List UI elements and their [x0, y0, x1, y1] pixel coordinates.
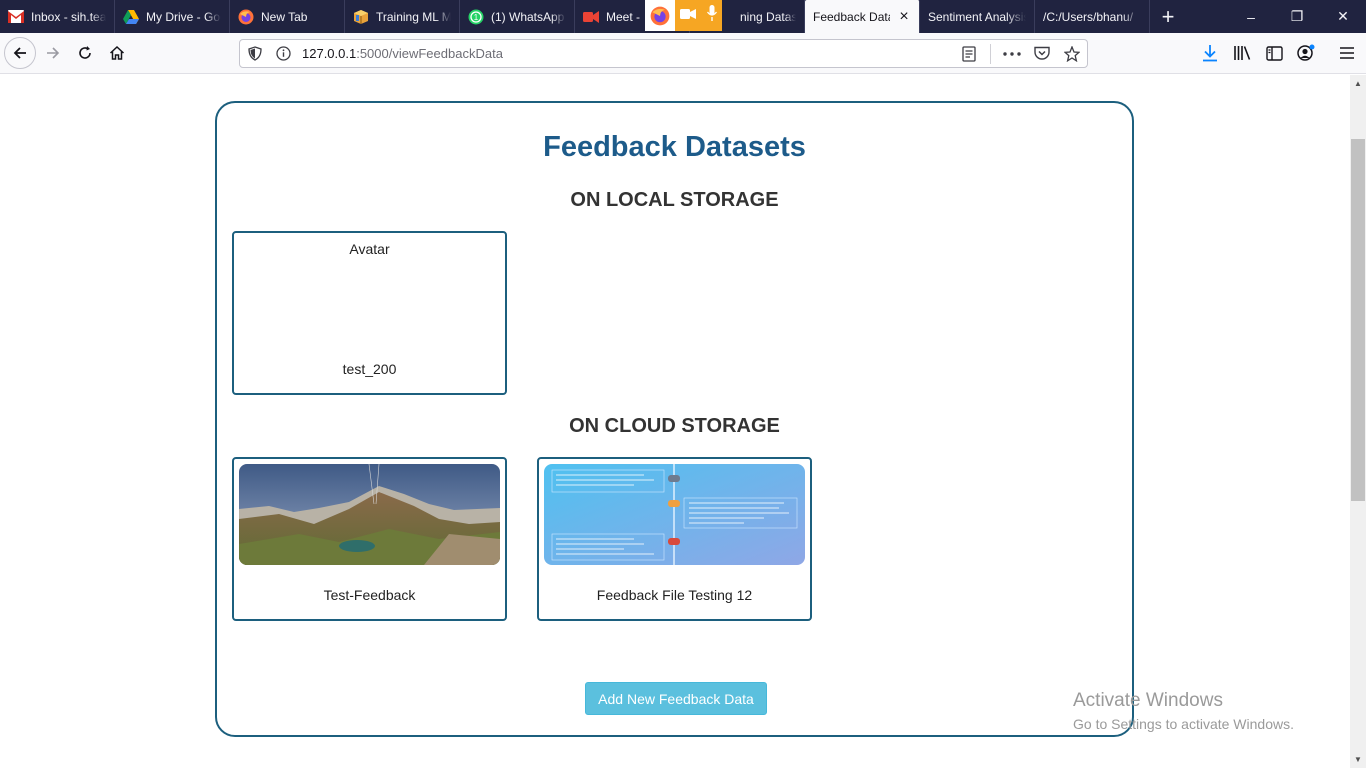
restore-icon: ❐: [1290, 8, 1304, 24]
tab-label: (1) WhatsApp: [491, 9, 565, 24]
minimize-icon: –: [1247, 8, 1255, 25]
plus-icon: +: [1161, 3, 1175, 29]
cloud-storage-heading: ON CLOUD STORAGE: [569, 415, 780, 437]
bookmark-star-icon[interactable]: [1063, 45, 1081, 63]
url-path: :5000/viewFeedbackData: [356, 46, 503, 61]
microphone-icon[interactable]: [706, 5, 717, 26]
forward-button[interactable]: [37, 37, 69, 69]
local-storage-heading: ON LOCAL STORAGE: [570, 189, 779, 211]
close-window-button[interactable]: ✕: [1320, 0, 1366, 33]
more-actions-icon[interactable]: [1003, 45, 1021, 63]
navigation-bar: 127.0.0.1:5000/viewFeedbackData: [0, 33, 1366, 74]
tab-label: My Drive - Google Drive: [146, 9, 221, 24]
firefox-icon: [645, 0, 675, 31]
home-icon: [109, 45, 125, 60]
page-title: Feedback Datasets: [543, 131, 806, 163]
tab-label: /C:/Users/bhanu/: [1043, 9, 1134, 24]
meet-icon: [583, 9, 599, 25]
sharing-indicator[interactable]: [645, 0, 722, 31]
tab-gmail[interactable]: Inbox - sih.team: [0, 0, 115, 33]
card-title: Avatar: [349, 241, 390, 257]
close-tab-icon[interactable]: ×: [897, 8, 911, 26]
shield-icon[interactable]: [246, 45, 264, 63]
account-icon[interactable]: [1297, 44, 1315, 62]
tab-label: Feedback Data: [813, 9, 890, 24]
maximize-button[interactable]: ❐: [1274, 0, 1320, 33]
scrollbar-thumb[interactable]: [1351, 139, 1365, 501]
url-host: 127.0.0.1: [302, 46, 357, 61]
tab-google-drive[interactable]: My Drive - Google Drive: [115, 0, 230, 33]
tab-label: ning Datasets: [740, 9, 796, 24]
sidebar-icon[interactable]: [1265, 44, 1283, 62]
url-bar[interactable]: 127.0.0.1:5000/viewFeedbackData: [239, 39, 1088, 68]
activate-windows-watermark: Activate Windows Go to Settings to activ…: [1073, 690, 1294, 732]
whatsapp-icon: 1: [468, 9, 484, 25]
card-name: Test-Feedback: [323, 587, 416, 603]
tab-sentiment-analysis[interactable]: Sentiment Analysis: [920, 0, 1035, 33]
add-feedback-data-button[interactable]: Add New Feedback Data: [585, 682, 767, 715]
close-icon: ✕: [1337, 8, 1349, 24]
feedback-datasets-panel: Feedback Datasets ON LOCAL STORAGE Avata…: [215, 101, 1134, 737]
mountain-landscape-image: [239, 464, 500, 565]
tab-training-ml[interactable]: Training ML Model: [345, 0, 460, 33]
watermark-title: Activate Windows: [1073, 690, 1223, 711]
tab-local-file[interactable]: /C:/Users/bhanu/: [1035, 0, 1150, 33]
dataset-card-cloud[interactable]: Feedback File Testing 12: [537, 457, 812, 621]
timeline-diagram-image: [544, 464, 805, 565]
camera-icon[interactable]: [680, 7, 697, 25]
tab-label: Training ML Model: [376, 9, 451, 24]
svg-text:1: 1: [474, 13, 479, 22]
card-name: test_200: [342, 361, 397, 377]
download-icon[interactable]: [1201, 44, 1219, 62]
pocket-icon[interactable]: [1033, 45, 1051, 63]
tab-new-tab[interactable]: New Tab: [230, 0, 345, 33]
new-tab-button[interactable]: +: [1150, 0, 1186, 33]
back-button[interactable]: [4, 37, 36, 69]
tab-feedback-data[interactable]: Feedback Data ×: [805, 0, 920, 33]
gmail-icon: [8, 9, 24, 25]
info-icon[interactable]: [274, 45, 292, 63]
dataset-card-local[interactable]: Avatar test_200: [232, 231, 507, 395]
firefox-icon: [238, 9, 254, 25]
url-text[interactable]: 127.0.0.1:5000/viewFeedbackData: [302, 46, 503, 61]
hamburger-menu-icon[interactable]: [1338, 44, 1356, 62]
reload-icon: [79, 46, 91, 59]
package-icon: [353, 9, 369, 25]
library-icon[interactable]: [1233, 44, 1251, 62]
card-name: Feedback File Testing 12: [596, 587, 753, 603]
tab-label: Inbox - sih.team: [31, 9, 106, 24]
window-controls: – ❐ ✕: [1228, 0, 1366, 33]
reader-view-icon[interactable]: [960, 45, 978, 63]
tab-whatsapp[interactable]: 1 (1) WhatsApp: [460, 0, 575, 33]
vertical-scrollbar[interactable]: ▲ ▼: [1350, 75, 1366, 768]
tab-label: New Tab: [261, 9, 308, 24]
scroll-down-icon[interactable]: ▼: [1354, 755, 1362, 764]
dataset-card-cloud[interactable]: Test-Feedback: [232, 457, 507, 621]
forward-arrow-icon: [47, 47, 60, 59]
scroll-up-icon[interactable]: ▲: [1354, 79, 1362, 88]
home-button[interactable]: [101, 37, 133, 69]
minimize-button[interactable]: –: [1228, 0, 1274, 33]
reload-button[interactable]: [69, 37, 101, 69]
google-drive-icon: [123, 9, 139, 25]
back-arrow-icon: [13, 47, 26, 59]
watermark-subtitle: Go to Settings to activate Windows.: [1073, 716, 1294, 732]
tab-label: Sentiment Analysis: [928, 9, 1026, 24]
page-viewport: Feedback Datasets ON LOCAL STORAGE Avata…: [0, 75, 1350, 768]
